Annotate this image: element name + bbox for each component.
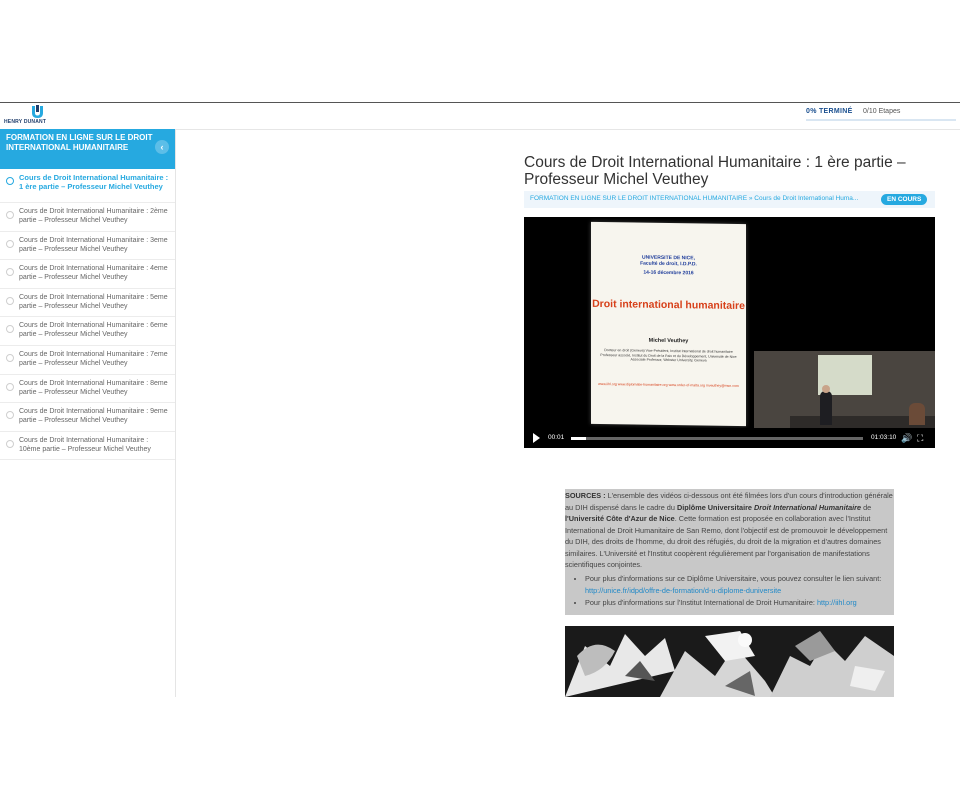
lesson-item-9[interactable]: Cours de Droit International Humanitaire… <box>0 403 175 432</box>
diploma-link[interactable]: http://unice.fr/idpd/offre-de-formation/… <box>585 586 781 595</box>
lesson-item-4[interactable]: Cours de Droit International Humanitaire… <box>0 260 175 289</box>
volume-icon[interactable]: 🔊 <box>901 433 912 443</box>
circle-icon <box>6 439 14 448</box>
list-item: Pour plus d'informations sur l'Institut … <box>585 597 903 609</box>
course-sidebar: FORMATION EN LIGNE SUR LE DROIT INTERNAT… <box>0 129 176 697</box>
circle-icon <box>6 411 14 420</box>
lesson-label[interactable]: Cours de Droit International Humanitaire… <box>19 321 169 339</box>
fullscreen-icon[interactable]: ⛶ <box>917 433 927 443</box>
sources-paragraph: SOURCES : L'ensemble des vidéos ci-desso… <box>565 490 894 571</box>
logo-text: HENRY DUNANT <box>4 119 47 125</box>
lesson-item-1[interactable]: Cours de Droit International Humanitaire… <box>0 169 175 203</box>
circle-icon <box>6 268 14 277</box>
lesson-list: Cours de Droit International Humanitaire… <box>0 169 175 461</box>
sidebar-header: FORMATION EN LIGNE SUR LE DROIT INTERNAT… <box>0 129 175 169</box>
sources-list: Pour plus d'informations sur ce Diplôme … <box>573 573 903 610</box>
app-frame: HENRY DUNANT 0% TERMINÉ 0/10 Etapes FORM… <box>0 102 960 697</box>
page-title: Cours de Droit International Humanitaire… <box>524 154 906 188</box>
breadcrumb-link[interactable]: FORMATION EN LIGNE SUR LE DROIT INTERNAT… <box>530 195 875 202</box>
lesson-label[interactable]: Cours de Droit International Humanitaire… <box>19 379 169 397</box>
university-name: l'Université Côte d'Azur de Nice <box>565 514 675 523</box>
circle-icon <box>6 177 14 185</box>
slide-dates: 14-16 décembre 2016 <box>643 269 694 277</box>
progress-bar <box>806 119 956 121</box>
lesson-item-5[interactable]: Cours de Droit International Humanitaire… <box>0 289 175 318</box>
duration: 01:03:10 <box>871 434 897 441</box>
lesson-label[interactable]: Cours de Droit International Humanitaire… <box>19 173 169 191</box>
item1-text: Pour plus d'informations sur ce Diplôme … <box>585 574 882 583</box>
diploma-label: Diplôme Universitaire <box>676 502 752 512</box>
lesson-label[interactable]: Cours de Droit International Humanitaire… <box>19 436 169 454</box>
sources-label: SOURCES : <box>565 491 606 500</box>
course-progress: 0% TERMINÉ 0/10 Etapes <box>806 107 956 123</box>
chevron-left-icon[interactable]: ‹ <box>155 140 169 154</box>
slide-bio: Docteur en droit (Geneva) Vice-Président… <box>600 348 737 363</box>
circle-icon <box>6 239 14 248</box>
lesson-label[interactable]: Cours de Droit International Humanitaire… <box>19 264 169 282</box>
status-badge: EN COURS <box>881 194 928 205</box>
audience-figure <box>909 403 925 425</box>
sources-box: SOURCES : L'ensemble des vidéos ci-desso… <box>565 489 894 615</box>
circle-icon <box>6 382 14 391</box>
circle-icon <box>6 325 14 334</box>
lesson-item-2[interactable]: Cours de Droit International Humanitaire… <box>0 203 175 232</box>
lesson-item-6[interactable]: Cours de Droit International Humanitaire… <box>0 317 175 346</box>
video-player[interactable]: UNIVERSITE DE NICE, Faculté de droit, I.… <box>524 217 935 448</box>
play-icon[interactable] <box>533 433 540 443</box>
lesson-item-3[interactable]: Cours de Droit International Humanitaire… <box>0 232 175 261</box>
speaker-head <box>822 385 830 393</box>
course-title[interactable]: FORMATION EN LIGNE SUR LE DROIT INTERNAT… <box>6 133 156 153</box>
circle-icon <box>6 211 14 219</box>
top-bar: HENRY DUNANT 0% TERMINÉ 0/10 Etapes <box>0 103 960 130</box>
item2-text: Pour plus d'informations sur l'Institut … <box>585 598 817 607</box>
video-slide: UNIVERSITE DE NICE, Faculté de droit, I.… <box>591 221 746 427</box>
logo[interactable]: HENRY DUNANT <box>4 105 48 127</box>
breadcrumb: FORMATION EN LIGNE SUR LE DROIT INTERNAT… <box>524 191 935 208</box>
diploma-name: Droit International Humanitaire <box>754 502 862 512</box>
list-item: Pour plus d'informations sur ce Diplôme … <box>585 573 903 596</box>
sources-text-2: de <box>861 502 872 512</box>
lesson-label[interactable]: Cours de Droit International Humanitaire… <box>19 350 169 368</box>
current-time: 00:01 <box>548 434 565 441</box>
slide-author: Michel Veuthey <box>648 337 689 345</box>
circle-icon <box>6 296 14 305</box>
lesson-item-8[interactable]: Cours de Droit International Humanitaire… <box>0 375 175 404</box>
lesson-label[interactable]: Cours de Droit International Humanitaire… <box>19 207 169 225</box>
slide-links: www.iihl.org www.diplomatie-humanitaire.… <box>598 382 739 388</box>
speaker-figure <box>820 391 832 425</box>
slide-university: UNIVERSITE DE NICE, Faculté de droit, I.… <box>591 254 746 277</box>
painting-artwork <box>565 626 894 697</box>
lesson-item-10[interactable]: Cours de Droit International Humanitaire… <box>0 432 175 461</box>
logo-u-icon <box>32 105 43 118</box>
slide-title: Droit international humanitaire <box>592 297 745 313</box>
lesson-label[interactable]: Cours de Droit International Humanitaire… <box>19 293 169 311</box>
lesson-item-7[interactable]: Cours de Droit International Humanitaire… <box>0 346 175 375</box>
seek-bar[interactable] <box>571 437 863 440</box>
lesson-label[interactable]: Cours de Droit International Humanitaire… <box>19 236 169 254</box>
guernica-image <box>565 626 894 697</box>
circle-icon <box>6 353 14 362</box>
seek-bar-fill <box>571 437 586 440</box>
slide-faculty: Faculté de droit, I.D.P.D. <box>640 260 697 268</box>
video-controls: 00:01 01:03:10 🔊 ⛶ <box>524 428 935 448</box>
progress-label: 0% TERMINÉ <box>806 108 853 115</box>
lecture-room-inset <box>754 351 935 428</box>
lesson-label[interactable]: Cours de Droit International Humanitaire… <box>19 407 169 425</box>
steps-count: 0/10 Etapes <box>863 108 901 115</box>
iihl-link[interactable]: http://iihl.org <box>817 598 857 607</box>
